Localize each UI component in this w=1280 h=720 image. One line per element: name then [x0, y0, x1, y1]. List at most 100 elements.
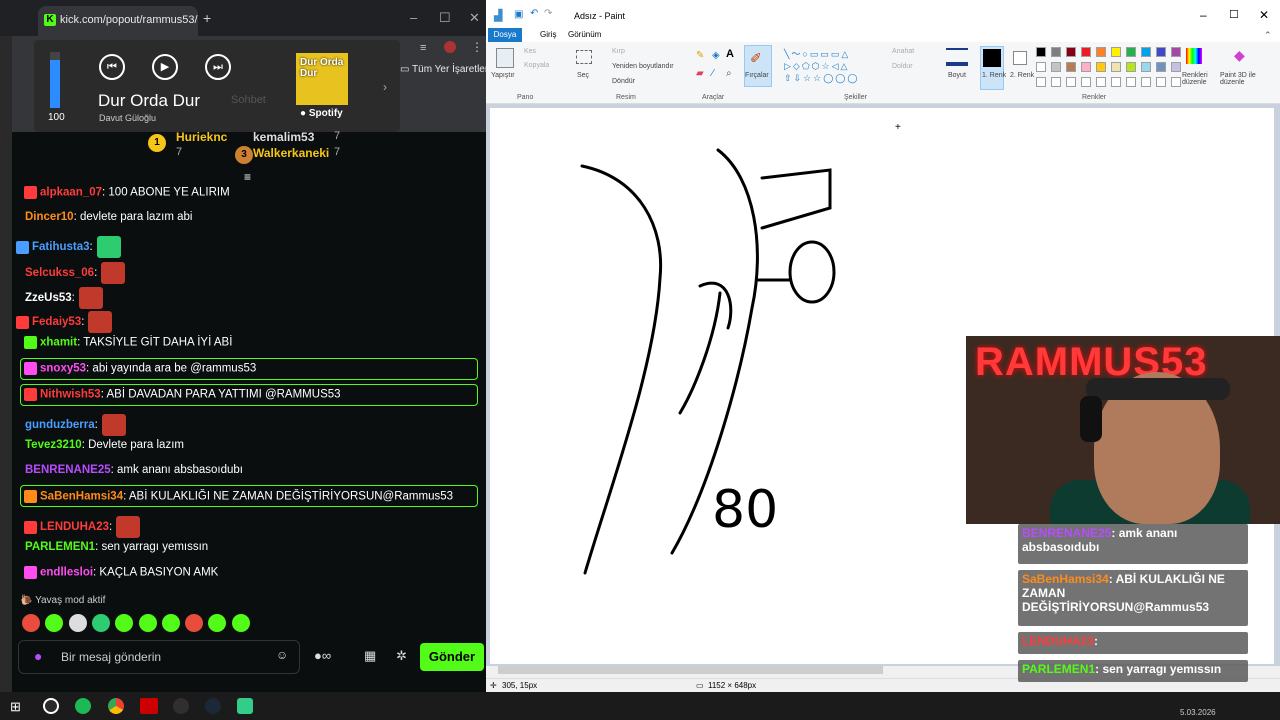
chrome-icon[interactable]	[108, 698, 124, 714]
palette-empty-swatch[interactable]	[1156, 77, 1166, 87]
bookmarks-folder[interactable]: ▭ Tüm Yer İşaretleri	[400, 64, 490, 75]
fill-icon[interactable]: ◈	[712, 50, 720, 61]
palette-color-swatch[interactable]	[1141, 62, 1151, 72]
resize-label[interactable]: Yeniden boyutlandır	[612, 63, 674, 70]
paint-taskbar-icon[interactable]	[237, 698, 253, 714]
emote-picker-item[interactable]	[68, 614, 87, 632]
color2-swatch[interactable]	[1013, 51, 1027, 65]
microphone-icon[interactable]: ●	[34, 648, 42, 664]
palette-color-swatch[interactable]	[1051, 47, 1061, 57]
emote-picker-item[interactable]	[231, 614, 250, 632]
chat-username[interactable]: BENRENANE25	[25, 464, 111, 476]
palette-empty-swatch[interactable]	[1111, 77, 1121, 87]
eraser-icon[interactable]: ▰	[696, 68, 704, 79]
select-icon[interactable]	[576, 50, 592, 64]
palette-color-swatch[interactable]	[1036, 62, 1046, 72]
magnifier-icon[interactable]: ⌕	[726, 68, 732, 79]
tab-file[interactable]: Dosya	[488, 28, 522, 42]
palette-color-swatch[interactable]	[1141, 47, 1151, 57]
wordpad-icon[interactable]	[43, 698, 59, 714]
palette-color-swatch[interactable]	[1126, 47, 1136, 57]
palette-color-swatch[interactable]	[1156, 47, 1166, 57]
chat-username[interactable]: snoxy53	[40, 363, 86, 375]
send-button[interactable]: Gönder	[420, 643, 484, 671]
spotify-icon[interactable]	[75, 698, 91, 714]
browser-tab[interactable]: Kkick.com/popout/rammus53/cl ✕	[38, 6, 198, 36]
paint-close-button[interactable]: ✕	[1259, 8, 1269, 22]
save-icon[interactable]: ▣	[514, 9, 523, 20]
menu-icon[interactable]: ⋮	[471, 40, 483, 54]
chat-username[interactable]: LENDUHA23	[40, 521, 109, 533]
palette-empty-swatch[interactable]	[1171, 77, 1181, 87]
chat-username[interactable]: Dincer10	[25, 211, 74, 223]
extensions-icon[interactable]: ≡	[420, 42, 426, 54]
users-icon[interactable]: ●∞	[314, 648, 331, 663]
color-picker-icon[interactable]: ⁄	[712, 68, 714, 79]
palette-color-swatch[interactable]	[1171, 47, 1181, 57]
previous-track-button[interactable]: ⏮	[99, 54, 125, 80]
paint-minimize-button[interactable]: –	[1200, 8, 1207, 22]
redo-icon[interactable]: ↷	[544, 8, 552, 19]
emoji-icon[interactable]: ☺	[276, 648, 288, 662]
copy-label[interactable]: Kopyala	[524, 62, 549, 69]
chat-username[interactable]: Tevez3210	[25, 439, 82, 451]
collapse-ribbon-icon[interactable]: ⌃	[1264, 30, 1272, 41]
maximize-button[interactable]: ☐	[439, 10, 451, 26]
size-icon[interactable]	[946, 48, 968, 66]
emote-picker-item[interactable]	[185, 614, 204, 632]
chat-username[interactable]: Fedaiy53	[32, 316, 81, 328]
palette-empty-swatch[interactable]	[1141, 77, 1151, 87]
windows-start-icon[interactable]: ⊞	[10, 699, 21, 715]
chat-username[interactable]: endllesloi	[40, 567, 93, 579]
fill-label[interactable]: Doldur	[892, 63, 913, 70]
palette-empty-swatch[interactable]	[1081, 77, 1091, 87]
outline-label[interactable]: Anahat	[892, 48, 914, 55]
chat-username[interactable]: gunduzberra	[25, 419, 95, 431]
text-icon[interactable]: A	[726, 48, 734, 60]
new-tab-button[interactable]: +	[203, 10, 211, 26]
palette-empty-swatch[interactable]	[1066, 77, 1076, 87]
palette-empty-swatch[interactable]	[1096, 77, 1106, 87]
crop-label[interactable]: Kırp	[612, 48, 625, 55]
chat-username[interactable]: Nithwish53	[40, 389, 101, 401]
palette-color-swatch[interactable]	[1096, 47, 1106, 57]
chat-username[interactable]: SaBenHamsi34	[40, 491, 123, 503]
paint3d-icon[interactable]: ◆	[1234, 47, 1245, 64]
chat-input[interactable]: Bir mesaj gönderin	[18, 640, 300, 674]
pencil-icon[interactable]: ✎	[696, 50, 704, 61]
palette-color-swatch[interactable]	[1156, 62, 1166, 72]
palette-color-swatch[interactable]	[1081, 62, 1091, 72]
shapes-gallery[interactable]: ╲〜○▭▭▭△ ▷◇⬠⬡☆◁△ ⇧⇩☆☆◯◯◯	[784, 48, 880, 86]
palette-empty-swatch[interactable]	[1051, 77, 1061, 87]
undo-icon[interactable]: ↶	[530, 8, 538, 19]
steam-icon[interactable]	[205, 698, 221, 714]
chat-username[interactable]: ZzeUs53	[25, 292, 72, 304]
palette-empty-swatch[interactable]	[1036, 77, 1046, 87]
cut-label[interactable]: Kes	[524, 48, 536, 55]
palette-color-swatch[interactable]	[1171, 62, 1181, 72]
gear-icon[interactable]: ✲	[396, 648, 407, 664]
palette-color-swatch[interactable]	[1111, 62, 1121, 72]
palette-color-swatch[interactable]	[1051, 62, 1061, 72]
chat-username[interactable]: xhamit	[40, 337, 77, 349]
chevron-right-icon[interactable]: ›	[383, 80, 387, 94]
palette-color-swatch[interactable]	[1081, 47, 1091, 57]
palette-color-swatch[interactable]	[1036, 47, 1046, 57]
paint-maximize-button[interactable]: ☐	[1229, 8, 1239, 21]
collapse-icon[interactable]: ≡	[244, 170, 251, 184]
gift-icon[interactable]: ▦	[364, 648, 376, 664]
horizontal-scrollbar[interactable]	[498, 666, 883, 674]
next-track-button[interactable]: ⏭	[205, 54, 231, 80]
chat-username[interactable]: Selcukss_06	[25, 267, 94, 279]
palette-color-swatch[interactable]	[1096, 62, 1106, 72]
chat-username[interactable]: Fatihusta3	[32, 241, 90, 253]
chat-username[interactable]: alpkaan_07	[40, 187, 102, 199]
play-button[interactable]: ▶	[152, 54, 178, 80]
rotate-label[interactable]: Döndür	[612, 78, 635, 85]
palette-empty-swatch[interactable]	[1126, 77, 1136, 87]
palette-color-swatch[interactable]	[1126, 62, 1136, 72]
avatar[interactable]	[444, 41, 456, 53]
paste-icon[interactable]	[496, 48, 514, 68]
tab-view[interactable]: Görünüm	[568, 30, 601, 39]
emote-picker-item[interactable]	[22, 614, 40, 632]
